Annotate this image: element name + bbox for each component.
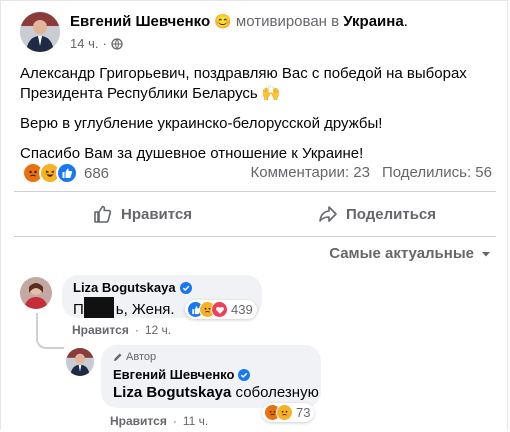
sort-label: Самые актуальные [329, 245, 474, 262]
reaction-icons [22, 162, 78, 184]
post-header-line: Евгений Шевченко 😊 мотивирован в Украина… [70, 13, 408, 30]
comment-text-start: П [73, 301, 84, 318]
dot-separator: · [134, 323, 139, 337]
place-link[interactable]: Украина [343, 13, 403, 30]
author-badge: Автор [113, 351, 156, 363]
commenter-avatar[interactable] [20, 277, 52, 309]
share-button-label: Поделиться [346, 205, 437, 223]
reply-time[interactable]: 11 ч. [183, 414, 208, 428]
thumbs-up-icon [93, 204, 113, 224]
comment-text: Пь, Женя. [73, 297, 175, 318]
pencil-icon [113, 352, 123, 362]
censored-block [83, 297, 114, 318]
reply-bubble: Автор Евгений Шевченко Liza Bogutskaya с… [101, 345, 321, 408]
shares-count-link[interactable]: Поделились: 56 [382, 164, 492, 181]
reply-thread-line [36, 313, 64, 349]
post-stats: Комментарии: 23 Поделились: 56 [251, 164, 493, 181]
comments-count-link[interactable]: Комментарии: 23 [251, 164, 371, 181]
feeling-text: мотивирован в [235, 13, 340, 30]
reply-text: Liza Bogutskaya соболезную [113, 384, 319, 401]
sad-reaction-icon [276, 404, 293, 421]
reply-reactions[interactable]: 73 [262, 403, 315, 422]
like-button[interactable]: Нравится [93, 204, 192, 224]
post-author-name[interactable]: Евгений Шевченко [70, 13, 210, 30]
comment-like-link[interactable]: Нравится [72, 323, 129, 337]
dot-separator: · [102, 36, 107, 51]
comment-author-name[interactable]: Liza Bogutskaya [73, 280, 176, 295]
love-reaction-icon [211, 301, 228, 318]
post-meta: 14 ч. · [70, 36, 123, 51]
reactions-count: 686 [84, 164, 110, 182]
globe-icon [111, 37, 123, 50]
comment-reactions[interactable]: 439 [185, 300, 257, 319]
reply-reaction-count: 73 [296, 405, 311, 420]
place-suffix: . [403, 13, 408, 30]
verified-badge-icon [238, 368, 251, 381]
verified-badge-icon [179, 281, 192, 294]
reply-author-name[interactable]: Евгений Шевченко [113, 367, 234, 382]
comment-author-row: Liza Bogutskaya [73, 280, 192, 295]
post-line-3: Спасибо Вам за душевное отношение к Укра… [20, 145, 364, 162]
like-button-label: Нравится [121, 205, 193, 223]
post-line-2: Верю в углубление украинско-белорусской … [20, 115, 383, 132]
author-badge-label: Автор [126, 351, 157, 363]
comment-time[interactable]: 12 ч. [145, 323, 171, 337]
share-arrow-icon [318, 204, 338, 224]
comment-reaction-icons [187, 301, 228, 318]
reply-author-row: Евгений Шевченко [113, 367, 251, 382]
author-avatar[interactable] [20, 12, 60, 52]
comment-actions: Нравится · 12 ч. [72, 323, 171, 337]
post-body: Александр Григорьевич, поздравляю Вас с … [20, 64, 500, 164]
reply-mention-link[interactable]: Liza Bogutskaya [113, 384, 231, 401]
reactions-summary[interactable]: 686 [22, 162, 109, 184]
comment-text-end: ь, Женя. [115, 301, 175, 318]
divider-bottom [14, 236, 496, 237]
feeling-emoji-icon: 😊 [214, 13, 232, 29]
reply-reaction-icons [264, 404, 293, 421]
post-line-1b: Президента Республики Беларусь 🙌 [20, 85, 281, 102]
reply-like-link[interactable]: Нравится [110, 414, 167, 428]
post-line-1a: Александр Григорьевич, поздравляю Вас с … [20, 65, 467, 82]
post-time[interactable]: 14 ч. [70, 36, 98, 51]
divider-top [14, 191, 496, 192]
dot-separator: · [172, 414, 177, 428]
share-button[interactable]: Поделиться [318, 204, 436, 224]
reply-actions: Нравится · 11 ч. [110, 414, 208, 428]
comment-sort-dropdown[interactable]: Самые актуальные [329, 245, 492, 262]
like-reaction-icon [56, 162, 78, 184]
chevron-down-icon [480, 248, 492, 260]
reply-text-body: соболезную [235, 384, 319, 401]
comment-reaction-count: 439 [231, 302, 253, 317]
reply-author-avatar[interactable] [66, 348, 94, 376]
